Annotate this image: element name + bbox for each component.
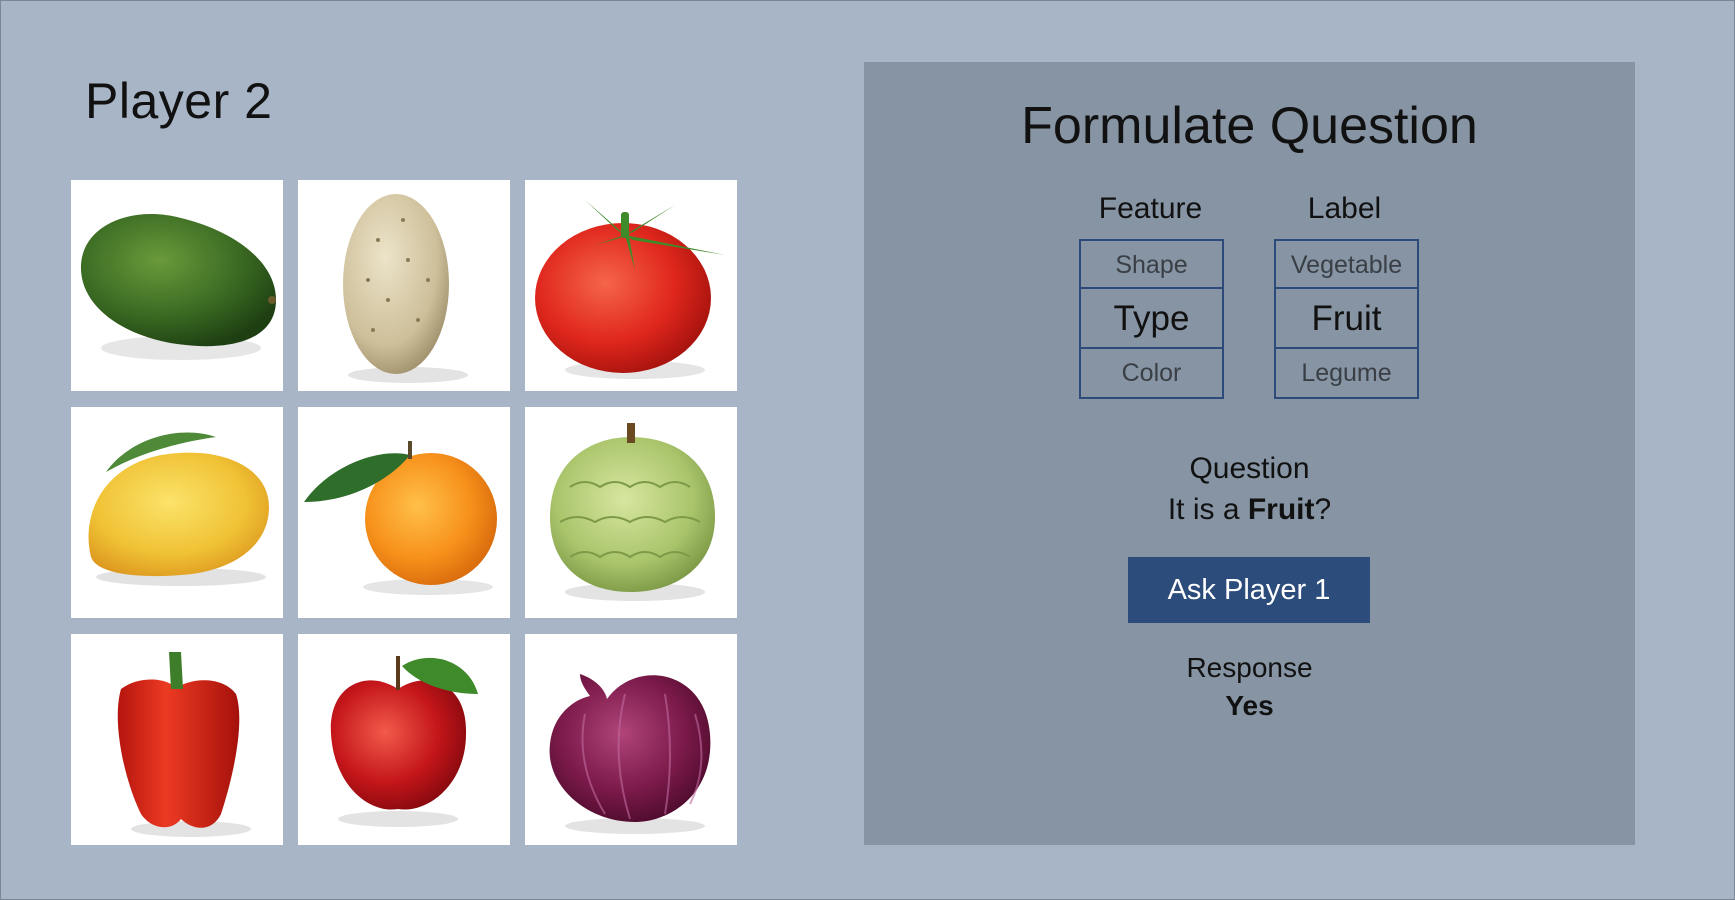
- card-tomato[interactable]: [525, 180, 737, 391]
- card-mango[interactable]: [71, 407, 283, 618]
- question-label: Question: [1189, 452, 1310, 485]
- question-value: Fruit: [1247, 493, 1315, 526]
- card-custard-apple[interactable]: [525, 407, 737, 618]
- label-header: Label: [1307, 192, 1382, 225]
- label-selector[interactable]: Vegetable Fruit Legume: [1274, 239, 1419, 399]
- question-text: It is a Fruit?: [864, 493, 1635, 527]
- feature-header: Feature: [1098, 192, 1203, 225]
- question-suffix: ?: [1314, 493, 1332, 526]
- label-option-vegetable[interactable]: Vegetable: [1276, 241, 1417, 289]
- tomato-image: [535, 200, 725, 379]
- card-onion[interactable]: [525, 634, 737, 845]
- card-grid: [71, 180, 737, 845]
- ask-player-button[interactable]: Ask Player 1: [1128, 557, 1370, 623]
- panel-title: Formulate Question: [1021, 97, 1478, 155]
- custard-apple-image: [550, 423, 715, 601]
- label-option-fruit[interactable]: Fruit: [1276, 289, 1417, 349]
- response-label: Response: [1186, 652, 1313, 683]
- label-option-legume[interactable]: Legume: [1276, 349, 1417, 397]
- card-apple[interactable]: [298, 634, 510, 845]
- feature-option-type[interactable]: Type: [1081, 289, 1222, 349]
- orange-image: [304, 441, 497, 595]
- card-potato[interactable]: [298, 180, 510, 391]
- card-bell-pepper[interactable]: [71, 634, 283, 845]
- feature-option-color[interactable]: Color: [1081, 349, 1222, 397]
- avocado-image: [80, 214, 276, 360]
- feature-selector[interactable]: Shape Type Color: [1079, 239, 1224, 399]
- card-orange[interactable]: [298, 407, 510, 618]
- mango-image: [88, 432, 269, 586]
- question-panel: Formulate Question Feature Shape Type Co…: [864, 62, 1635, 845]
- player-title: Player 2: [85, 73, 273, 129]
- feature-option-shape[interactable]: Shape: [1081, 241, 1222, 289]
- card-avocado[interactable]: [71, 180, 283, 391]
- red-onion-image: [549, 674, 711, 834]
- red-apple-image: [330, 656, 478, 827]
- potato-image: [343, 194, 468, 383]
- red-bell-pepper-image: [117, 652, 251, 837]
- question-prefix: It is a: [1167, 493, 1248, 526]
- response-value: Yes: [1225, 690, 1274, 721]
